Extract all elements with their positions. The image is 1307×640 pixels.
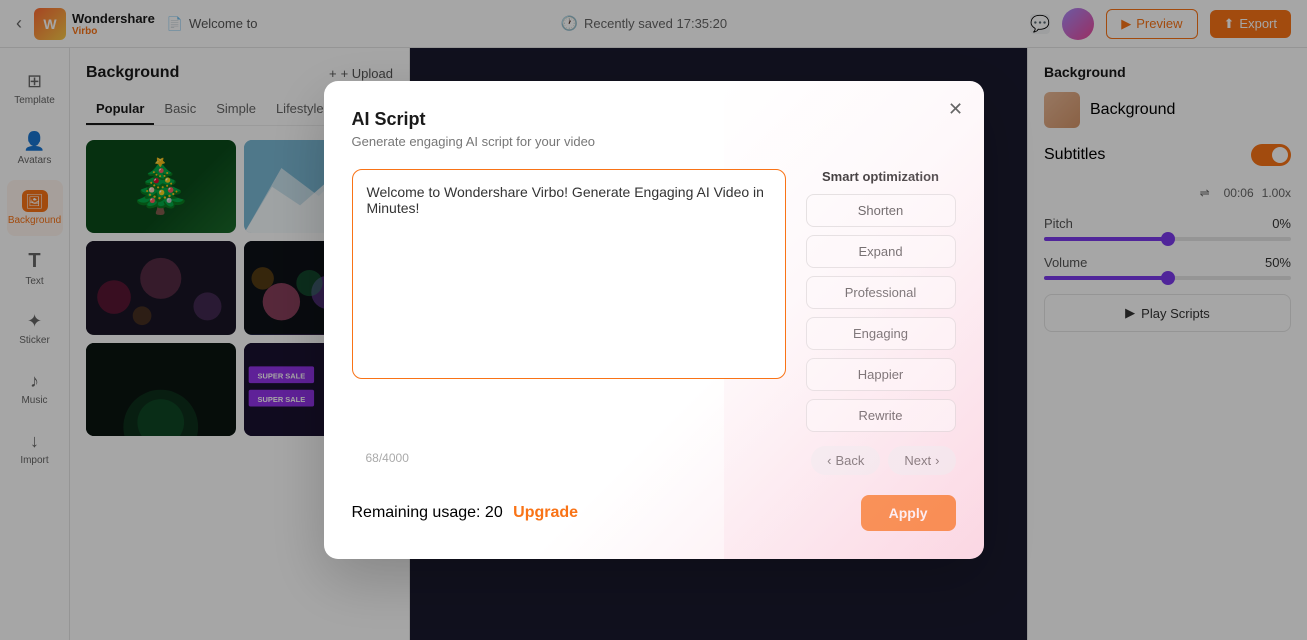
modal-nav-buttons: ‹ Back Next › (806, 446, 956, 475)
back-chevron: ‹ (827, 453, 831, 468)
upgrade-link[interactable]: Upgrade (513, 504, 578, 521)
modal-title: AI Script (352, 109, 956, 130)
back-nav-button[interactable]: ‹ Back (811, 446, 880, 475)
ai-script-modal: ✕ AI Script Generate engaging AI script … (324, 81, 984, 559)
modal-footer: Remaining usage: 20 Upgrade Apply (352, 495, 956, 531)
char-count: 68/4000 (366, 451, 409, 465)
modal-subtitle: Generate engaging AI script for your vid… (352, 134, 956, 149)
modal-close-button[interactable]: ✕ (942, 95, 970, 123)
optimization-panel: Smart optimization Shorten Expand Profes… (806, 169, 956, 475)
remaining-usage: Remaining usage: 20 Upgrade (352, 504, 579, 522)
opt-professional[interactable]: Professional (806, 276, 956, 309)
script-textarea[interactable]: Welcome to Wondershare Virbo! Generate E… (352, 169, 786, 379)
opt-expand[interactable]: Expand (806, 235, 956, 268)
opt-shorten[interactable]: Shorten (806, 194, 956, 227)
next-nav-button[interactable]: Next › (888, 446, 955, 475)
apply-button[interactable]: Apply (861, 495, 956, 531)
next-chevron: › (935, 453, 939, 468)
modal-overlay[interactable]: ✕ AI Script Generate engaging AI script … (0, 0, 1307, 640)
script-textarea-wrap: Welcome to Wondershare Virbo! Generate E… (352, 169, 786, 475)
opt-rewrite[interactable]: Rewrite (806, 399, 956, 432)
modal-body: Welcome to Wondershare Virbo! Generate E… (352, 169, 956, 475)
opt-happier[interactable]: Happier (806, 358, 956, 391)
opt-engaging[interactable]: Engaging (806, 317, 956, 350)
smart-opt-title: Smart optimization (806, 169, 956, 184)
